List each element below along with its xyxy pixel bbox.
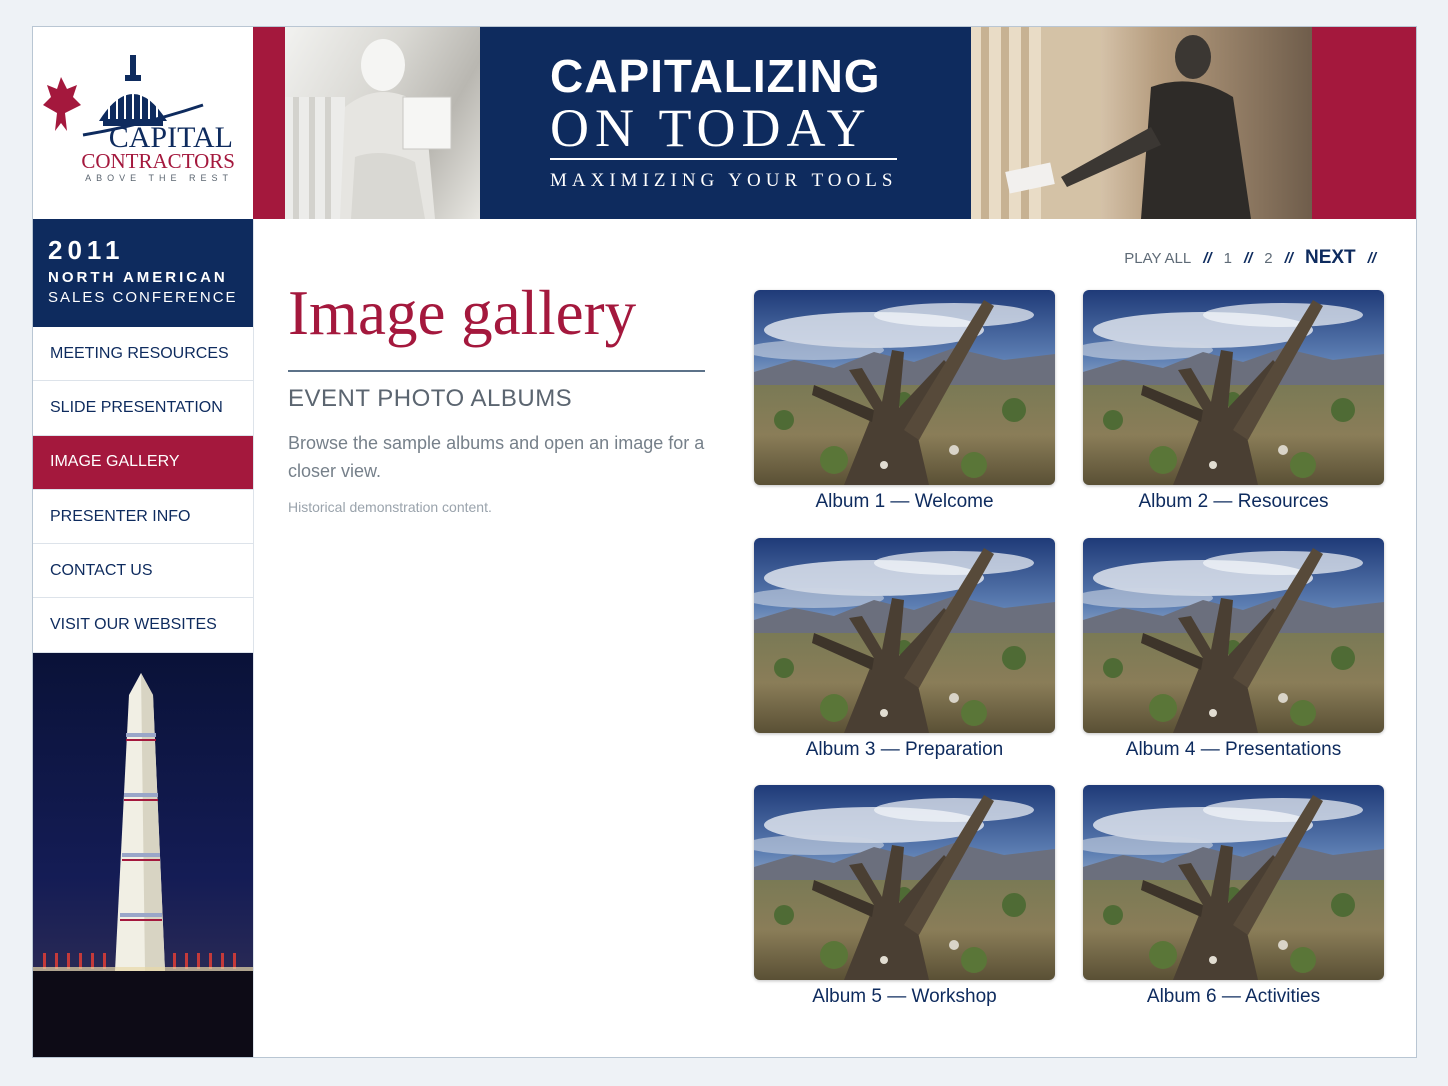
gallery-pager: PLAY ALL // 1 // 2 // NEXT //: [1124, 247, 1376, 269]
logo[interactable]: CAPITAL CONTRACTORS ABOVE THE REST: [33, 27, 253, 219]
nav-item-presenter-info[interactable]: PRESENTER INFO: [33, 490, 253, 545]
svg-text:ABOVE THE REST: ABOVE THE REST: [85, 173, 233, 183]
pager-separator: //: [1367, 250, 1376, 267]
album-card[interactable]: Album 1 — Welcome: [754, 290, 1055, 513]
album-thumbnail[interactable]: [1083, 538, 1384, 733]
album-label[interactable]: Album 1 — Welcome: [754, 491, 1055, 513]
next-button[interactable]: NEXT: [1305, 247, 1356, 269]
banner-title-line2: ON TODAY: [550, 98, 872, 158]
play-all-button[interactable]: PLAY ALL: [1124, 250, 1191, 267]
banner-divider: [550, 158, 897, 160]
album-label[interactable]: Album 6 — Activities: [1083, 986, 1384, 1008]
album-label[interactable]: Album 5 — Workshop: [754, 986, 1055, 1008]
capital-dome-logo-icon: CAPITAL CONTRACTORS ABOVE THE REST: [43, 55, 235, 183]
album-thumbnail[interactable]: [1083, 290, 1384, 485]
title-divider: [288, 370, 705, 372]
washington-monument-photo: [33, 653, 253, 1057]
page-2-link[interactable]: 2: [1264, 250, 1272, 267]
album-card[interactable]: Album 6 — Activities: [1083, 785, 1384, 1008]
pager-separator: //: [1243, 250, 1253, 267]
conference-info: 2011 NORTH AMERICAN SALES CONFERENCE: [33, 219, 253, 327]
conference-region: NORTH AMERICAN: [48, 269, 228, 286]
album-thumbnail[interactable]: [1083, 785, 1384, 980]
nav-item-contact-us[interactable]: CONTACT US: [33, 544, 253, 599]
page-frame: CAPITAL CONTRACTORS ABOVE THE REST CAPIT…: [32, 26, 1417, 1058]
banner-panel: CAPITALIZING ON TODAY MAXIMIZING YOUR TO…: [480, 27, 971, 219]
album-card[interactable]: Album 5 — Workshop: [754, 785, 1055, 1008]
page-description: Browse the sample albums and open an ima…: [288, 433, 705, 481]
nav-item-slide-presentation[interactable]: SLIDE PRESENTATION: [33, 381, 253, 436]
banner-title-line1: CAPITALIZING: [550, 50, 881, 102]
album-thumbnail[interactable]: [754, 290, 1055, 485]
page-title: Image gallery: [288, 278, 637, 348]
album-thumbnail[interactable]: [754, 785, 1055, 980]
conference-name: SALES CONFERENCE: [48, 289, 238, 306]
album-label[interactable]: Album 3 — Preparation: [754, 739, 1055, 761]
album-label[interactable]: Album 4 — Presentations: [1083, 739, 1384, 761]
svg-text:CONTRACTORS: CONTRACTORS: [81, 149, 235, 173]
nav-item-visit-our-websites[interactable]: VISIT OUR WEBSITES: [33, 598, 253, 653]
pager-separator: //: [1203, 250, 1212, 267]
album-label[interactable]: Album 2 — Resources: [1083, 491, 1384, 513]
conference-year: 2011: [48, 235, 125, 265]
content-divider: [253, 219, 254, 1057]
page-1-link[interactable]: 1: [1224, 250, 1232, 267]
page-note: Historical demonstration content.: [288, 499, 492, 515]
nav-item-meeting-resources[interactable]: MEETING RESOURCES: [33, 327, 253, 382]
sidebar-nav: MEETING RESOURCES SLIDE PRESENTATION IMA…: [33, 327, 253, 653]
pager-separator: //: [1284, 250, 1293, 267]
album-card[interactable]: Album 3 — Preparation: [754, 538, 1055, 761]
album-card[interactable]: Album 4 — Presentations: [1083, 538, 1384, 761]
header-banner: CAPITALIZING ON TODAY MAXIMIZING YOUR TO…: [253, 27, 1416, 219]
banner-subtitle: MAXIMIZING YOUR TOOLS: [550, 170, 898, 191]
album-card[interactable]: Album 2 — Resources: [1083, 290, 1384, 513]
lincoln-memorial-photo: [285, 27, 480, 219]
section-heading: EVENT PHOTO ALBUMS: [288, 385, 573, 412]
nav-item-image-gallery[interactable]: IMAGE GALLERY: [33, 435, 253, 490]
album-thumbnail[interactable]: [754, 538, 1055, 733]
washington-statue-photo: [971, 27, 1312, 219]
